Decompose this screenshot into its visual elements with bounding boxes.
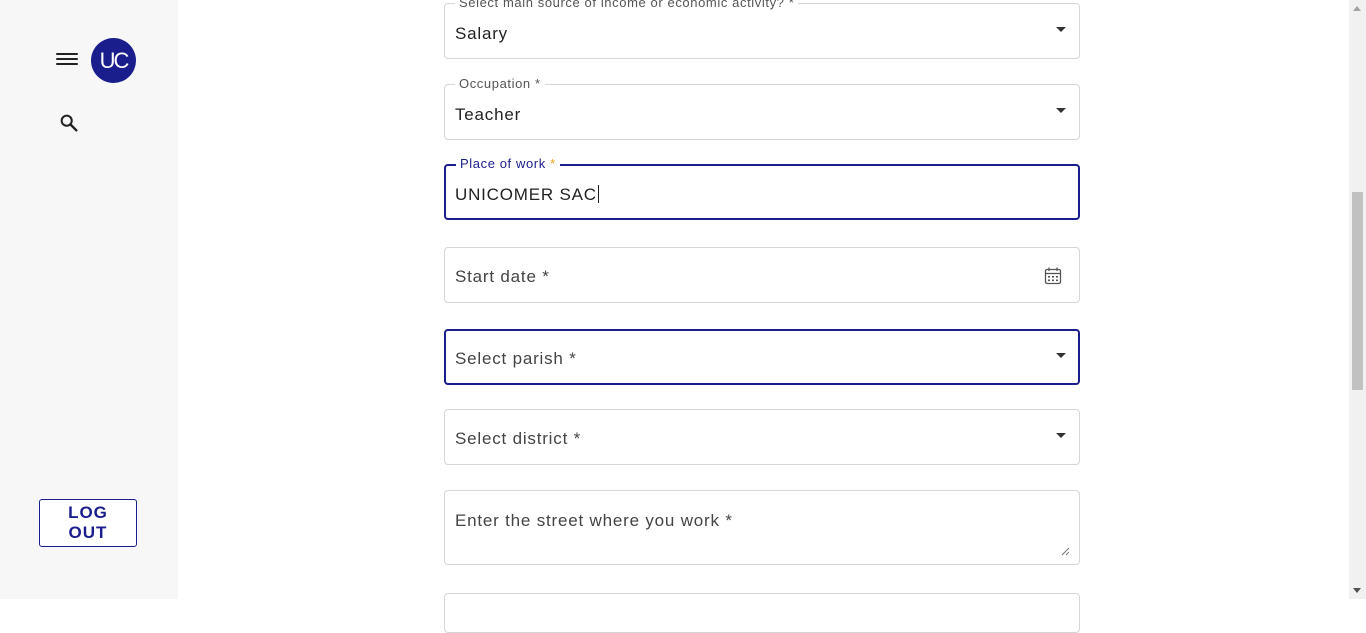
street-placeholder: Enter the street where you work * <box>455 511 733 530</box>
sidebar: UC LOG OUT <box>0 0 178 599</box>
district-placeholder: Select district * <box>455 429 582 448</box>
scroll-up-icon[interactable] <box>1353 6 1361 11</box>
menu-icon[interactable] <box>56 50 78 68</box>
calendar-icon[interactable] <box>1044 267 1062 285</box>
place-of-work-input[interactable]: Place of work * UNICOMER SAC <box>444 156 1080 220</box>
occupation-label: Occupation * <box>455 76 545 92</box>
chevron-down-icon <box>1056 433 1066 438</box>
scrollbar[interactable] <box>1349 0 1366 599</box>
next-field[interactable] <box>444 593 1080 633</box>
logout-button[interactable]: LOG OUT <box>39 499 137 547</box>
scrollbar-thumb[interactable] <box>1352 192 1363 390</box>
start-date-placeholder: Start date * <box>455 267 550 286</box>
income-source-select[interactable]: Select main source of income or economic… <box>444 0 1080 59</box>
start-date-input[interactable]: Start date * <box>444 247 1080 303</box>
district-select[interactable]: Select district * <box>444 409 1080 465</box>
parish-placeholder: Select parish * <box>455 349 577 368</box>
scroll-down-icon[interactable] <box>1353 588 1361 593</box>
place-of-work-label: Place of work * <box>456 156 560 172</box>
chevron-down-icon <box>1056 353 1066 358</box>
resize-handle-icon[interactable] <box>1061 543 1070 556</box>
parish-select[interactable]: Select parish * <box>444 329 1080 385</box>
income-source-value: Salary <box>455 24 508 43</box>
occupation-value: Teacher <box>455 105 522 124</box>
place-of-work-value: UNICOMER SAC <box>455 185 599 204</box>
street-textarea[interactable]: Enter the street where you work * <box>444 490 1080 565</box>
chevron-down-icon <box>1056 108 1066 113</box>
avatar[interactable]: UC <box>91 38 136 83</box>
search-icon[interactable] <box>58 112 80 134</box>
occupation-select[interactable]: Occupation * Teacher <box>444 76 1080 140</box>
income-source-label: Select main source of income or economic… <box>455 0 799 11</box>
chevron-down-icon <box>1056 27 1066 32</box>
